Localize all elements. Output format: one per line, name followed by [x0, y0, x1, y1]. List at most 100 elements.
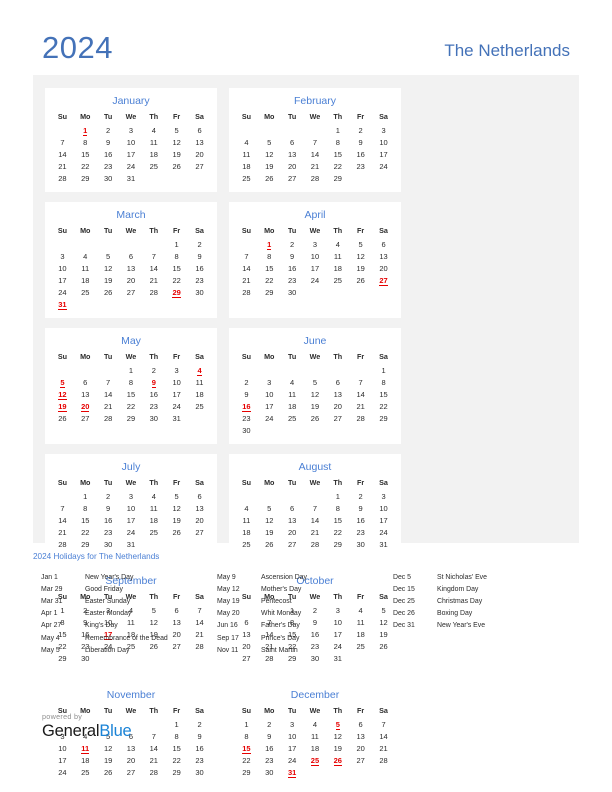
day-cell[interactable]: 24	[372, 160, 395, 172]
day-cell[interactable]: 15	[74, 148, 97, 160]
day-cell[interactable]: 21	[235, 274, 258, 286]
day-cell[interactable]: 15	[120, 388, 143, 400]
day-cell[interactable]: 8	[372, 376, 395, 388]
day-cell[interactable]: 1	[165, 238, 188, 250]
day-cell[interactable]: 4	[304, 718, 327, 730]
day-cell[interactable]: 29	[74, 172, 97, 184]
day-cell[interactable]: 8	[326, 502, 349, 514]
day-cell[interactable]: 27	[281, 538, 304, 550]
day-cell[interactable]: 15	[326, 148, 349, 160]
day-cell[interactable]: 6	[349, 718, 372, 730]
day-cell[interactable]: 7	[304, 502, 327, 514]
day-cell[interactable]: 17	[304, 262, 327, 274]
day-cell[interactable]: 21	[142, 274, 165, 286]
day-cell[interactable]: 22	[74, 526, 97, 538]
day-cell[interactable]: 27	[326, 412, 349, 424]
day-cell[interactable]: 17	[51, 754, 74, 766]
day-cell[interactable]: 22	[120, 400, 143, 412]
day-cell[interactable]: 20	[372, 262, 395, 274]
day-cell[interactable]: 7	[372, 718, 395, 730]
day-cell[interactable]: 30	[235, 424, 258, 436]
day-cell[interactable]: 27	[120, 766, 143, 778]
day-cell[interactable]: 2	[142, 364, 165, 376]
day-cell[interactable]: 22	[258, 274, 281, 286]
day-cell[interactable]: 6	[281, 136, 304, 148]
day-cell[interactable]: 11	[304, 730, 327, 742]
day-cell[interactable]: 15	[165, 742, 188, 754]
day-cell[interactable]: 25	[281, 412, 304, 424]
day-cell[interactable]: 24	[165, 400, 188, 412]
day-cell[interactable]: 4	[326, 238, 349, 250]
day-cell[interactable]: 5	[165, 490, 188, 502]
day-cell[interactable]: 28	[51, 538, 74, 550]
day-cell[interactable]: 28	[372, 754, 395, 766]
day-cell[interactable]: 20	[349, 742, 372, 754]
day-cell[interactable]: 28	[349, 412, 372, 424]
day-cell[interactable]: 26	[97, 766, 120, 778]
day-cell[interactable]: 1	[326, 490, 349, 502]
day-cell[interactable]: 7	[235, 250, 258, 262]
day-cell[interactable]: 6	[372, 238, 395, 250]
day-cell[interactable]: 29	[258, 286, 281, 298]
day-cell[interactable]: 4	[142, 490, 165, 502]
day-cell[interactable]: 9	[188, 250, 211, 262]
day-cell[interactable]: 23	[349, 526, 372, 538]
day-cell[interactable]: 29	[120, 412, 143, 424]
day-cell[interactable]: 16	[142, 388, 165, 400]
day-cell[interactable]: 23	[142, 400, 165, 412]
day-cell[interactable]: 17	[120, 514, 143, 526]
day-cell[interactable]: 30	[188, 286, 211, 298]
day-cell[interactable]: 14	[142, 262, 165, 274]
day-cell[interactable]: 9	[349, 136, 372, 148]
day-cell-holiday[interactable]: 19	[51, 400, 74, 412]
day-cell[interactable]: 6	[281, 502, 304, 514]
day-cell[interactable]: 8	[165, 250, 188, 262]
day-cell[interactable]: 12	[165, 136, 188, 148]
day-cell[interactable]: 5	[258, 136, 281, 148]
day-cell[interactable]: 3	[51, 250, 74, 262]
day-cell-holiday[interactable]: 11	[74, 742, 97, 754]
day-cell[interactable]: 2	[97, 124, 120, 136]
day-cell[interactable]: 24	[51, 766, 74, 778]
day-cell[interactable]: 28	[304, 172, 327, 184]
day-cell[interactable]: 19	[326, 742, 349, 754]
day-cell[interactable]: 17	[51, 274, 74, 286]
day-cell[interactable]: 21	[97, 400, 120, 412]
day-cell[interactable]: 9	[97, 136, 120, 148]
day-cell[interactable]: 31	[165, 412, 188, 424]
day-cell[interactable]: 10	[281, 730, 304, 742]
day-cell[interactable]: 30	[97, 538, 120, 550]
day-cell[interactable]: 9	[281, 250, 304, 262]
day-cell[interactable]: 20	[326, 400, 349, 412]
day-cell[interactable]: 29	[74, 538, 97, 550]
day-cell[interactable]: 7	[97, 376, 120, 388]
day-cell[interactable]: 25	[235, 172, 258, 184]
day-cell[interactable]: 20	[281, 526, 304, 538]
day-cell[interactable]: 19	[349, 262, 372, 274]
day-cell[interactable]: 25	[142, 526, 165, 538]
day-cell[interactable]: 14	[235, 262, 258, 274]
day-cell[interactable]: 3	[120, 490, 143, 502]
generalblue-logo[interactable]: GeneralBlue	[42, 723, 132, 740]
day-cell[interactable]: 8	[258, 250, 281, 262]
day-cell[interactable]: 14	[304, 148, 327, 160]
day-cell[interactable]: 28	[142, 286, 165, 298]
day-cell[interactable]: 11	[188, 376, 211, 388]
day-cell[interactable]: 10	[258, 388, 281, 400]
day-cell[interactable]: 29	[165, 766, 188, 778]
day-cell[interactable]: 3	[372, 490, 395, 502]
day-cell[interactable]: 24	[372, 526, 395, 538]
day-cell[interactable]: 14	[97, 388, 120, 400]
day-cell[interactable]: 22	[326, 160, 349, 172]
day-cell[interactable]: 31	[120, 538, 143, 550]
day-cell[interactable]: 7	[304, 136, 327, 148]
day-cell[interactable]: 5	[258, 502, 281, 514]
day-cell[interactable]: 19	[258, 526, 281, 538]
day-cell[interactable]: 12	[97, 262, 120, 274]
day-cell[interactable]: 2	[188, 238, 211, 250]
day-cell[interactable]: 14	[372, 730, 395, 742]
day-cell[interactable]: 18	[326, 262, 349, 274]
day-cell-holiday[interactable]: 12	[51, 388, 74, 400]
day-cell[interactable]: 14	[349, 388, 372, 400]
day-cell[interactable]: 10	[51, 262, 74, 274]
